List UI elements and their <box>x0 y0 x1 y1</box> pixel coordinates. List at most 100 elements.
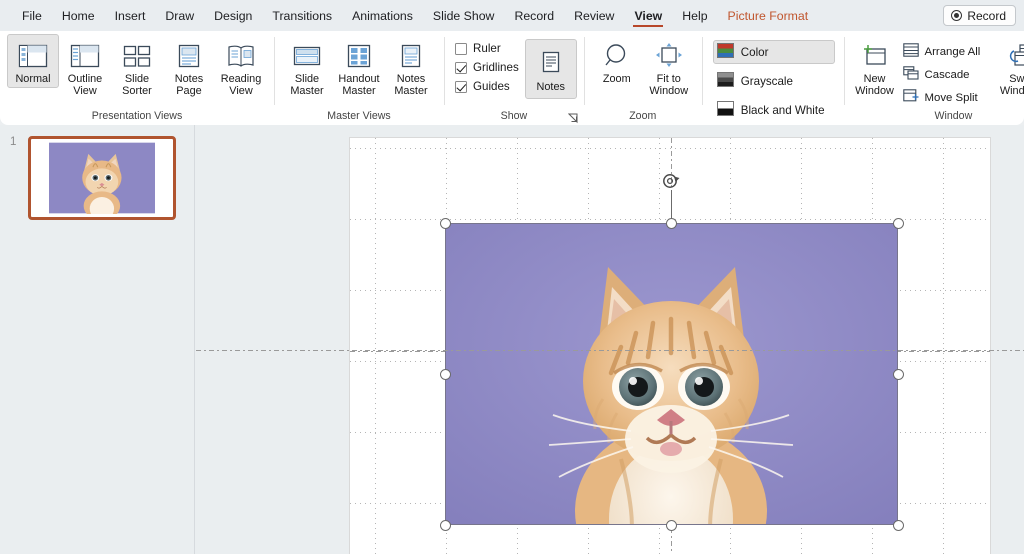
tab-label: Home <box>61 8 95 23</box>
group-label-presentation-views: Presentation Views <box>91 110 183 122</box>
record-button[interactable]: Record <box>943 5 1016 26</box>
notes-button[interactable]: Notes <box>524 39 577 99</box>
group-label-show: Show <box>500 110 528 122</box>
fit-to-window-icon <box>652 39 686 73</box>
slide-thumbnail-1[interactable] <box>28 136 176 220</box>
ruler-checkbox[interactable] <box>455 42 467 55</box>
tab-label: Slide Show <box>432 8 495 23</box>
switch-windows-button[interactable]: Switch Windows ˇ <box>994 34 1024 101</box>
tab-label: Review <box>574 8 615 23</box>
slide-master-button[interactable]: Slide Master <box>281 34 333 101</box>
cascade-button[interactable]: Cascade <box>901 65 985 84</box>
tab-animations[interactable]: Animations <box>342 0 423 31</box>
tab-label: Help <box>682 8 708 23</box>
kitten-image <box>445 223 898 525</box>
color-option[interactable]: Color <box>712 40 835 64</box>
tab-view[interactable]: View <box>624 0 672 31</box>
dialog-launcher-icon[interactable] <box>567 111 579 124</box>
tab-draw[interactable]: Draw <box>155 0 204 31</box>
tab-transitions[interactable]: Transitions <box>262 0 342 31</box>
group-label-window: Window <box>934 110 973 122</box>
notes-icon <box>538 47 564 81</box>
outline-view-icon <box>70 39 100 73</box>
record-button-label: Record <box>967 8 1006 23</box>
tab-review[interactable]: Review <box>564 0 624 31</box>
tab-home[interactable]: Home <box>52 0 105 31</box>
reading-view-button[interactable]: Reading View <box>215 34 267 101</box>
tab-slide-show[interactable]: Slide Show <box>423 0 505 31</box>
slide-thumbnail-pane[interactable]: 1 <box>0 125 195 554</box>
rotate-handle-icon[interactable] <box>661 171 681 191</box>
guides-checkbox[interactable] <box>455 80 467 93</box>
tab-label: Animations <box>352 8 413 23</box>
powerpoint-window: File Home Insert Draw Design Transitions… <box>0 0 1024 554</box>
handout-master-button[interactable]: Handout Master <box>333 34 385 101</box>
button-label: Outline <box>67 73 103 85</box>
button-label: Slide <box>124 73 150 85</box>
resize-handle-top-left[interactable] <box>439 217 451 229</box>
button-label-2: Master <box>342 85 376 98</box>
ribbon-group-zoom: Zoom Fit to Window Zoom <box>583 31 702 125</box>
button-label: Switch <box>1009 73 1024 85</box>
tab-design[interactable]: Design <box>204 0 262 31</box>
ruler-checkbox-row[interactable]: Ruler <box>455 42 519 55</box>
slide-canvas[interactable] <box>349 137 991 554</box>
notes-master-button[interactable]: Notes Master <box>385 34 437 101</box>
normal-view-button[interactable]: Normal <box>7 34 59 89</box>
window-small-commands: Arrange All Cascade Move Split <box>899 34 987 107</box>
ribbon-group-color-grayscale: Color Grayscale Black and White <box>701 31 844 137</box>
tab-label: Design <box>214 8 253 23</box>
resize-handle-bottom-left[interactable] <box>439 519 451 531</box>
slide-master-icon <box>292 39 322 73</box>
resize-handle-middle-right[interactable] <box>892 368 904 380</box>
button-label-2: Window <box>649 85 689 98</box>
resize-handle-middle-left[interactable] <box>439 368 451 380</box>
tab-insert[interactable]: Insert <box>105 0 156 31</box>
menu-tab-bar: File Home Insert Draw Design Transitions… <box>0 0 1024 31</box>
tab-help[interactable]: Help <box>672 0 717 31</box>
slide-number-1: 1 <box>10 136 17 148</box>
reading-view-icon <box>226 39 256 73</box>
resize-handle-top-right[interactable] <box>892 217 904 229</box>
tab-label: Insert <box>114 8 146 23</box>
grayscale-option-label: Grayscale <box>740 74 793 88</box>
ribbon-group-master-views: Slide Master Handout Master Notes Master <box>274 31 444 125</box>
resize-handle-top-center[interactable] <box>666 217 677 229</box>
slide-sorter-button[interactable]: Slide Sorter <box>111 34 163 101</box>
notes-page-button[interactable]: Notes Page <box>163 34 215 101</box>
guides-checkbox-row[interactable]: Guides <box>455 80 519 93</box>
color-option-label: Color <box>740 45 769 59</box>
button-label: Notes <box>396 73 426 85</box>
new-window-button[interactable]: New Window <box>851 34 899 101</box>
cascade-label: Cascade <box>924 68 970 81</box>
arrange-all-icon <box>902 43 919 60</box>
move-split-button[interactable]: Move Split <box>901 88 985 107</box>
notes-page-icon <box>174 39 204 73</box>
group-label-master-views: Master Views <box>327 110 391 122</box>
button-label-2: Master <box>394 85 428 98</box>
guides-label: Guides <box>473 80 510 93</box>
gridlines-checkbox[interactable] <box>455 61 467 74</box>
tab-picture-format[interactable]: Picture Format <box>718 0 819 31</box>
tab-record[interactable]: Record <box>504 0 564 31</box>
black-and-white-option-label: Black and White <box>740 103 825 117</box>
gridlines-checkbox-row[interactable]: Gridlines <box>455 61 519 74</box>
normal-view-icon <box>18 39 48 73</box>
ribbon: Normal Outline View Slide Sorter Notes P… <box>0 31 1024 137</box>
button-label: Zoom <box>602 73 631 85</box>
black-and-white-option[interactable]: Black and White <box>713 98 835 122</box>
tab-file[interactable]: File <box>12 0 52 31</box>
button-label-2: Window <box>855 85 894 98</box>
resize-handle-bottom-center[interactable] <box>666 519 677 531</box>
tab-label: Draw <box>165 8 195 23</box>
resize-handle-bottom-right[interactable] <box>892 519 904 531</box>
tab-label: Transitions <box>272 8 333 23</box>
slide-sorter-icon <box>122 39 152 73</box>
arrange-all-button[interactable]: Arrange All <box>901 42 985 61</box>
slide-picture[interactable] <box>445 223 898 525</box>
button-label: Fit to <box>656 73 681 85</box>
zoom-button[interactable]: Zoom <box>591 34 643 88</box>
grayscale-option[interactable]: Grayscale <box>713 69 835 93</box>
fit-to-window-button[interactable]: Fit to Window <box>643 34 695 101</box>
outline-view-button[interactable]: Outline View <box>59 34 111 101</box>
